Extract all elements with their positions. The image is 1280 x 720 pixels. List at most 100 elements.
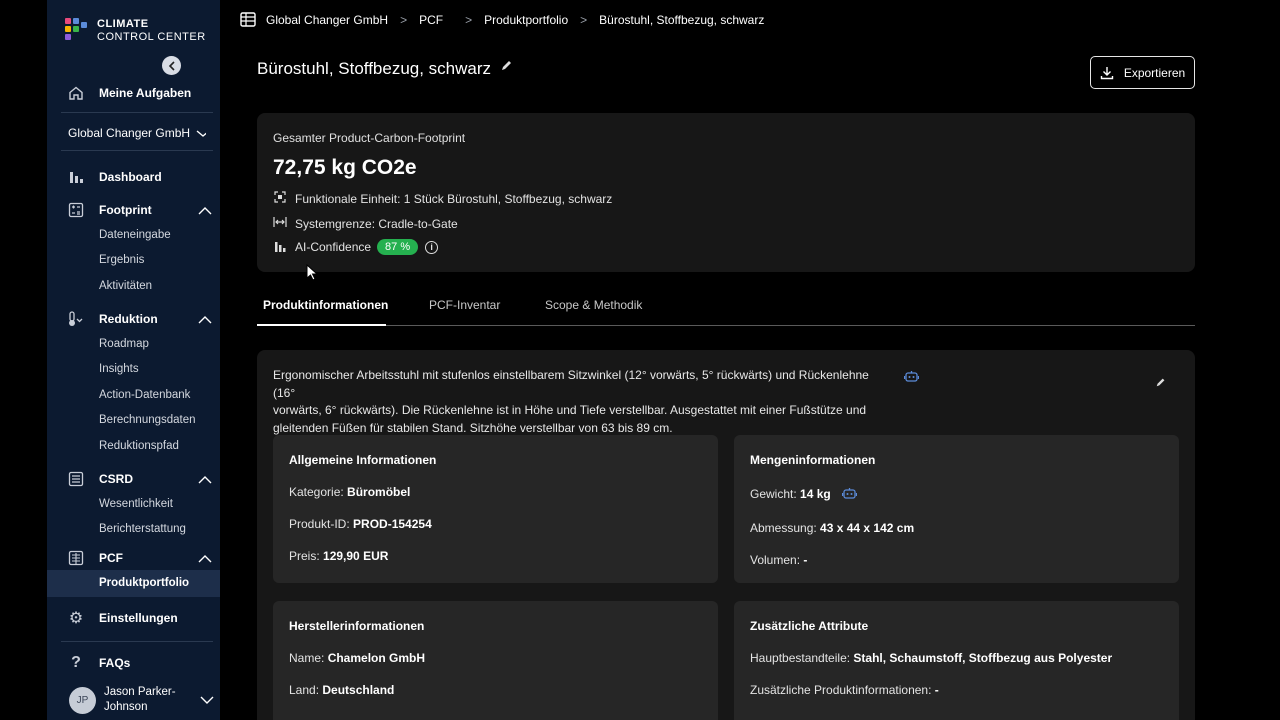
logo-line1: CLIMATE xyxy=(97,18,149,30)
nav-sub-reduktionspfad[interactable]: Reduktionspfad xyxy=(99,440,179,452)
nav-footprint[interactable]: Footprint xyxy=(67,201,212,219)
functional-unit-row: Funktionale Einheit: 1 Stück Bürostuhl, … xyxy=(273,191,612,206)
breadcrumb: Global Changer GmbH > PCF > Produktportf… xyxy=(240,12,764,27)
chevron-up-icon[interactable] xyxy=(198,315,212,324)
tab-bar: Produktinformationen PCF-Inventar Scope … xyxy=(257,295,1195,326)
divider xyxy=(61,150,213,151)
extra-info-row: Zusätzliche Produktinformationen: - xyxy=(750,683,939,697)
nav-csrd-label: CSRD xyxy=(99,472,134,486)
user-name-line2: Johnson xyxy=(104,701,148,713)
app-logo[interactable]: CLIMATE CONTROL CENTER xyxy=(65,18,206,44)
download-icon xyxy=(1100,66,1114,79)
nav-pcf[interactable]: PCF xyxy=(67,549,212,567)
sidebar: CLIMATE CONTROL CENTER Meine Aufgaben Gl… xyxy=(47,0,220,720)
tab-produktinformationen[interactable]: Produktinformationen xyxy=(263,298,388,312)
logo-line2: CONTROL CENTER xyxy=(97,31,206,43)
category-row: Kategorie: Büromöbel xyxy=(289,485,411,499)
breadcrumb-item[interactable]: Global Changer GmbH xyxy=(266,13,388,27)
chevron-up-icon[interactable] xyxy=(198,554,212,563)
nav-settings[interactable]: ⚙ Einstellungen xyxy=(67,609,212,627)
thermometer-icon xyxy=(67,310,85,328)
page-title: Bürostuhl, Stoffbezug, schwarz xyxy=(257,59,514,79)
logo-icon xyxy=(65,18,87,42)
ai-confidence-label: AI-Confidence xyxy=(295,240,372,254)
product-description: Ergonomischer Arbeitsstuhl mit stufenlos… xyxy=(273,367,893,437)
nav-csrd[interactable]: CSRD xyxy=(67,470,212,488)
nav-settings-label: Einstellungen xyxy=(99,611,178,625)
description-line: vorwärts, 6° rückwärts). Die Rückenlehne… xyxy=(273,403,867,417)
product-details-card: Ergonomischer Arbeitsstuhl mit stufenlos… xyxy=(257,350,1195,720)
functional-unit-text: Funktionale Einheit: 1 Stück Bürostuhl, … xyxy=(295,191,613,206)
ai-robot-icon xyxy=(841,488,858,499)
edit-description-icon[interactable] xyxy=(1155,376,1167,388)
org-selector[interactable]: Global Changer GmbH xyxy=(68,126,207,140)
nav-sub-roadmap[interactable]: Roadmap xyxy=(99,338,149,350)
nav-my-tasks-label: Meine Aufgaben xyxy=(99,86,192,100)
system-boundary-text: Systemgrenze: Cradle-to-Gate xyxy=(295,216,458,231)
ai-robot-icon xyxy=(904,371,919,382)
chevron-down-icon xyxy=(196,130,207,137)
nav-dashboard-label: Dashboard xyxy=(99,170,162,184)
breadcrumb-separator: > xyxy=(465,12,473,27)
export-button[interactable]: Exportieren xyxy=(1090,56,1195,89)
additional-attributes-card: Zusätzliche Attribute Hauptbestandteile:… xyxy=(734,601,1179,720)
table-icon xyxy=(240,12,256,27)
nav-sub-action-datenbank[interactable]: Action-Datenbank xyxy=(99,389,190,401)
nav-reduktion-label: Reduktion xyxy=(99,312,158,326)
nav-my-tasks[interactable]: Meine Aufgaben xyxy=(67,84,191,102)
edit-pencil-icon[interactable] xyxy=(500,58,514,72)
home-icon xyxy=(67,84,85,102)
active-tab-indicator xyxy=(257,324,386,326)
breadcrumb-separator: > xyxy=(580,12,588,27)
nav-sub-berichterstattung[interactable]: Berichterstattung xyxy=(99,523,186,535)
general-info-title: Allgemeine Informationen xyxy=(289,453,437,467)
org-name: Global Changer GmbH xyxy=(68,126,191,140)
volume-row: Volumen: - xyxy=(750,553,808,567)
description-line: Ergonomischer Arbeitsstuhl mit stufenlos… xyxy=(273,368,869,400)
nav-sub-aktivitaeten[interactable]: Aktivitäten xyxy=(99,280,152,292)
main-components-row: Hauptbestandteile: Stahl, Schaumstoff, S… xyxy=(750,651,1113,665)
nav-dashboard[interactable]: Dashboard xyxy=(67,168,212,186)
breadcrumb-separator: > xyxy=(400,12,408,27)
pcf-total-value: 72,75 kg CO2e xyxy=(273,156,417,179)
manufacturer-country-row: Land: Deutschland xyxy=(289,683,395,697)
general-info-card: Allgemeine Informationen Kategorie: Büro… xyxy=(273,435,718,583)
info-icon[interactable]: i xyxy=(425,240,439,254)
quantity-info-title: Mengeninformationen xyxy=(750,453,876,467)
dimension-row: Abmessung: 43 x 44 x 142 cm xyxy=(750,521,915,535)
breadcrumb-item[interactable]: Produktportfolio xyxy=(484,13,568,27)
nav-sub-berechnungsdaten[interactable]: Berechnungsdaten xyxy=(99,414,196,426)
question-icon: ? xyxy=(71,654,81,671)
tab-scope-methodik[interactable]: Scope & Methodik xyxy=(545,298,642,312)
nav-sub-insights[interactable]: Insights xyxy=(99,363,139,375)
nav-reduktion[interactable]: Reduktion xyxy=(67,310,212,328)
export-button-label: Exportieren xyxy=(1123,65,1186,80)
chevron-up-icon[interactable] xyxy=(198,206,212,215)
additional-attributes-title: Zusätzliche Attribute xyxy=(750,619,869,633)
nav-sub-wesentlichkeit[interactable]: Wesentlichkeit xyxy=(99,498,173,510)
nav-sub-ergebnis[interactable]: Ergebnis xyxy=(99,254,144,266)
nav-sub-produktportfolio-label: Produktportfolio xyxy=(99,577,190,589)
user-name-line1: Jason Parker- xyxy=(104,686,176,698)
manufacturer-info-title: Herstellerinformationen xyxy=(289,619,425,633)
nav-faqs-label: FAQs xyxy=(99,656,131,670)
nav-sub-produktportfolio[interactable]: Produktportfolio xyxy=(47,570,220,597)
chevron-up-icon[interactable] xyxy=(198,475,212,484)
nav-pcf-label: PCF xyxy=(99,551,123,565)
nav-sub-dateneingabe[interactable]: Dateneingabe xyxy=(99,229,171,241)
breadcrumb-item[interactable]: PCF xyxy=(419,13,443,27)
tab-pcf-inventar[interactable]: PCF-Inventar xyxy=(429,298,500,312)
nav-footprint-label: Footprint xyxy=(99,203,152,217)
gear-icon: ⚙ xyxy=(68,610,84,627)
user-menu[interactable]: JP Jason Parker- Johnson xyxy=(69,685,214,715)
pcf-summary-label: Gesamter Product-Carbon-Footprint xyxy=(273,131,466,145)
mouse-cursor-icon xyxy=(306,264,318,281)
page-title-text: Bürostuhl, Stoffbezug, schwarz xyxy=(257,59,492,78)
divider xyxy=(61,112,213,113)
manufacturer-name-row: Name: Chamelon GmbH xyxy=(289,651,426,665)
collapse-sidebar-button[interactable] xyxy=(162,56,181,75)
nav-faqs[interactable]: ? FAQs xyxy=(67,654,212,672)
boundary-icon xyxy=(273,216,287,231)
price-row: Preis: 129,90 EUR xyxy=(289,549,389,563)
manufacturer-info-card: Herstellerinformationen Name: Chamelon G… xyxy=(273,601,718,720)
